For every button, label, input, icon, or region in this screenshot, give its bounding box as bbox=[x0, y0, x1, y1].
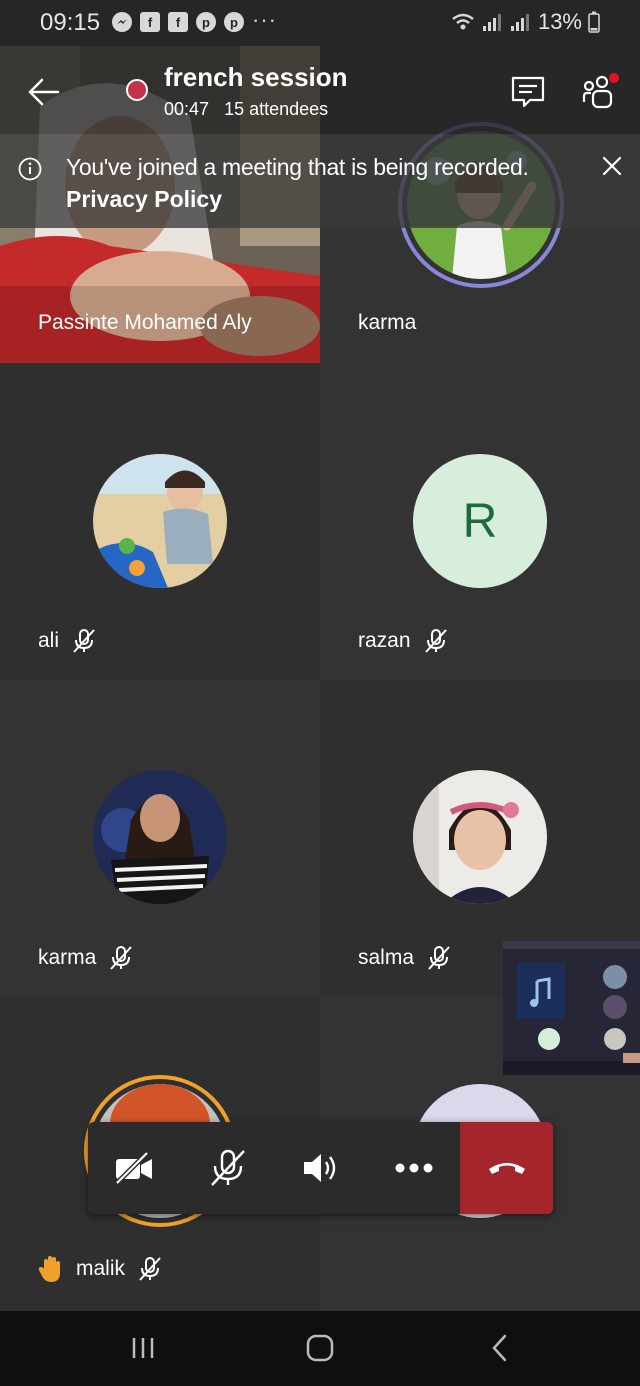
participant-name-label: ali bbox=[38, 629, 60, 652]
hangup-icon bbox=[488, 1163, 525, 1174]
recording-indicator bbox=[126, 79, 148, 101]
pinterest-icon: p bbox=[224, 12, 244, 32]
call-controls bbox=[88, 1122, 553, 1214]
messenger-icon bbox=[112, 12, 132, 32]
status-time: 09:15 bbox=[40, 9, 101, 36]
pinterest-icon: p bbox=[196, 12, 216, 32]
participant-name: karma bbox=[358, 311, 416, 335]
avatar bbox=[413, 770, 547, 904]
recording-banner-message: You've joined a meeting that is being re… bbox=[66, 154, 529, 180]
participant-name-label: karma bbox=[38, 946, 97, 969]
info-icon bbox=[18, 157, 42, 181]
video-off-icon bbox=[115, 1151, 152, 1185]
hang-up-button[interactable] bbox=[460, 1122, 553, 1214]
mic-off-icon bbox=[73, 629, 95, 653]
participant-name-label: razan bbox=[358, 629, 411, 652]
recording-banner bbox=[0, 134, 640, 228]
more-options-button[interactable] bbox=[392, 1146, 436, 1190]
recent-apps-icon[interactable] bbox=[128, 1333, 158, 1363]
facebook-icon: f bbox=[140, 12, 160, 32]
mic-off-icon bbox=[211, 1149, 245, 1186]
battery-icon bbox=[588, 11, 600, 33]
close-icon[interactable] bbox=[600, 154, 624, 178]
system-navigation-bar bbox=[0, 1311, 640, 1386]
participant-name: malik bbox=[38, 1255, 163, 1283]
mic-off-icon bbox=[428, 946, 450, 970]
chat-icon[interactable] bbox=[510, 74, 546, 110]
participant-name-label: karma bbox=[358, 311, 417, 334]
mic-off-icon bbox=[424, 629, 447, 653]
signal-icon bbox=[510, 14, 529, 31]
mic-off-icon bbox=[110, 946, 133, 970]
participant-name-label: salma bbox=[358, 946, 415, 969]
raise-hand-icon bbox=[38, 1256, 60, 1282]
signal-icon bbox=[482, 14, 501, 31]
status-bar: 09:15 f f p p ··· 13% bbox=[0, 0, 640, 46]
system-status: 13% bbox=[450, 9, 600, 35]
participant-tile-razan[interactable]: R razan bbox=[320, 363, 640, 680]
participant-name: Passinte Mohamed Aly bbox=[38, 311, 252, 335]
participant-name-label: Passinte Mohamed Aly bbox=[38, 311, 252, 334]
facebook-icon: f bbox=[168, 12, 188, 32]
speaker-button[interactable] bbox=[299, 1146, 343, 1190]
home-icon[interactable] bbox=[305, 1333, 335, 1363]
participants-icon[interactable] bbox=[580, 72, 620, 112]
back-arrow-icon[interactable] bbox=[24, 72, 64, 112]
avatar bbox=[93, 454, 227, 588]
speaker-icon bbox=[304, 1154, 336, 1182]
participant-tile-karma-2[interactable]: karma bbox=[0, 680, 320, 997]
battery-percent: 13% bbox=[537, 9, 582, 34]
self-view-thumbnail[interactable] bbox=[503, 941, 640, 1075]
privacy-policy-link[interactable]: Privacy Policy bbox=[66, 186, 222, 213]
attendee-count: 15 attendees bbox=[224, 99, 329, 119]
meeting-title: french session bbox=[164, 62, 348, 92]
mic-off-icon bbox=[139, 1257, 161, 1281]
meeting-meta: 00:47 15 attendees bbox=[164, 99, 338, 120]
camera-toggle-button[interactable] bbox=[112, 1146, 156, 1190]
participant-name-label: malik bbox=[76, 1257, 126, 1280]
participant-name: razan bbox=[358, 628, 449, 654]
participant-tile-ali[interactable]: ali bbox=[0, 363, 320, 680]
meeting-duration: 00:47 bbox=[164, 99, 210, 119]
avatar-initial-letter: R bbox=[462, 494, 498, 548]
more-icon bbox=[395, 1163, 433, 1173]
nav-back-icon[interactable] bbox=[485, 1333, 515, 1363]
participant-name: salma bbox=[358, 945, 452, 971]
participant-name: karma bbox=[38, 945, 134, 971]
participant-name: ali bbox=[38, 628, 97, 654]
mute-toggle-button[interactable] bbox=[206, 1146, 250, 1190]
more-notifications-indicator: ··· bbox=[252, 7, 277, 32]
wifi-icon bbox=[452, 13, 474, 30]
avatar bbox=[93, 770, 227, 904]
avatar-initial: R bbox=[413, 454, 547, 588]
notification-icons: f f p p ··· bbox=[112, 7, 277, 32]
